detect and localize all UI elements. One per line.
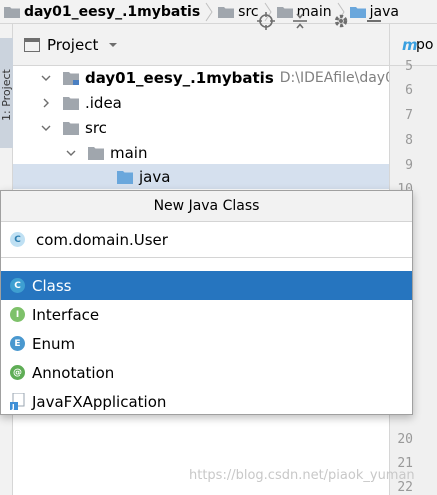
folder-icon (88, 146, 104, 160)
panel-title: Project (47, 35, 99, 54)
locate-icon[interactable] (256, 11, 276, 31)
chevron-down-icon[interactable] (41, 123, 51, 133)
tree-item-label: day01_eesy_.1mybatis (85, 68, 274, 87)
kind-item-annotation[interactable]: @ Annotation (1, 358, 412, 387)
chevron-down-icon[interactable] (108, 40, 118, 50)
tree-item-java[interactable]: java (13, 164, 389, 189)
dialog-title: New Java Class (1, 191, 412, 222)
editor-tab-label[interactable]: po (416, 37, 433, 53)
kind-label: Annotation (32, 363, 115, 382)
tree-item-label: java (139, 167, 171, 186)
tree-item-idea[interactable]: .idea (13, 90, 122, 115)
source-folder-icon (117, 170, 133, 184)
editor-tab-bar: m po (389, 24, 437, 66)
interface-icon: I (10, 307, 25, 322)
tree-item-src[interactable]: src (13, 115, 107, 140)
kind-label: Enum (32, 334, 76, 353)
new-java-class-dialog: New Java Class C C Class I Interface E E… (0, 190, 413, 415)
gear-icon[interactable] (331, 11, 351, 31)
chevron-right-icon (205, 2, 213, 21)
folder-icon (63, 96, 79, 110)
kind-item-enum[interactable]: E Enum (1, 329, 412, 358)
line-number: 5 (405, 59, 413, 74)
kind-label: Class (32, 276, 72, 295)
annotation-icon: @ (10, 365, 25, 380)
chevron-down-icon[interactable] (41, 73, 51, 83)
project-view-icon (24, 37, 40, 52)
watermark: https://blog.csdn.net/piaok_yuman (189, 468, 415, 483)
line-number: 7 (405, 108, 413, 123)
kind-item-interface[interactable]: I Interface (1, 300, 412, 329)
breadcrumb-item-project[interactable]: day01_eesy_.1mybatis (4, 0, 201, 23)
chevron-down-icon[interactable] (66, 148, 76, 158)
kind-item-class[interactable]: C Class (1, 271, 412, 300)
line-number: 8 (405, 133, 413, 148)
class-name-input[interactable] (36, 227, 336, 252)
folder-icon (4, 6, 20, 18)
kind-item-javafx-application[interactable]: J JavaFXApplication (1, 387, 412, 416)
tree-item-main[interactable]: main (13, 140, 147, 165)
svg-text:J: J (11, 403, 15, 410)
kind-label: JavaFXApplication (32, 392, 167, 411)
tree-item-project-root[interactable]: day01_eesy_.1mybatis D:\IDEAfile\day01_e… (13, 65, 427, 90)
class-name-row: C (1, 222, 412, 258)
minimize-icon[interactable] (364, 11, 384, 31)
line-number: 20 (397, 432, 413, 447)
class-icon: C (10, 278, 25, 293)
tree-item-label: src (85, 118, 107, 137)
chevron-right-icon[interactable] (41, 98, 51, 108)
class-icon: C (10, 232, 25, 247)
folder-icon (218, 6, 235, 18)
breadcrumb-item-src[interactable]: src (218, 0, 259, 23)
breadcrumb-label: day01_eesy_.1mybatis (24, 3, 201, 20)
line-number: 9 (405, 158, 413, 173)
javafx-icon: J (10, 393, 25, 410)
class-kind-list: C Class I Interface E Enum @ Annotation … (1, 271, 412, 416)
kind-label: Interface (32, 305, 100, 324)
project-tool-tab-label: 1: Project (0, 69, 13, 121)
collapse-all-icon[interactable] (290, 11, 310, 31)
folder-icon (63, 121, 79, 135)
tree-item-label: .idea (85, 93, 122, 112)
enum-icon: E (10, 336, 25, 351)
module-folder-icon (63, 71, 79, 85)
line-number: 6 (405, 83, 413, 98)
tree-item-label: main (110, 143, 148, 162)
